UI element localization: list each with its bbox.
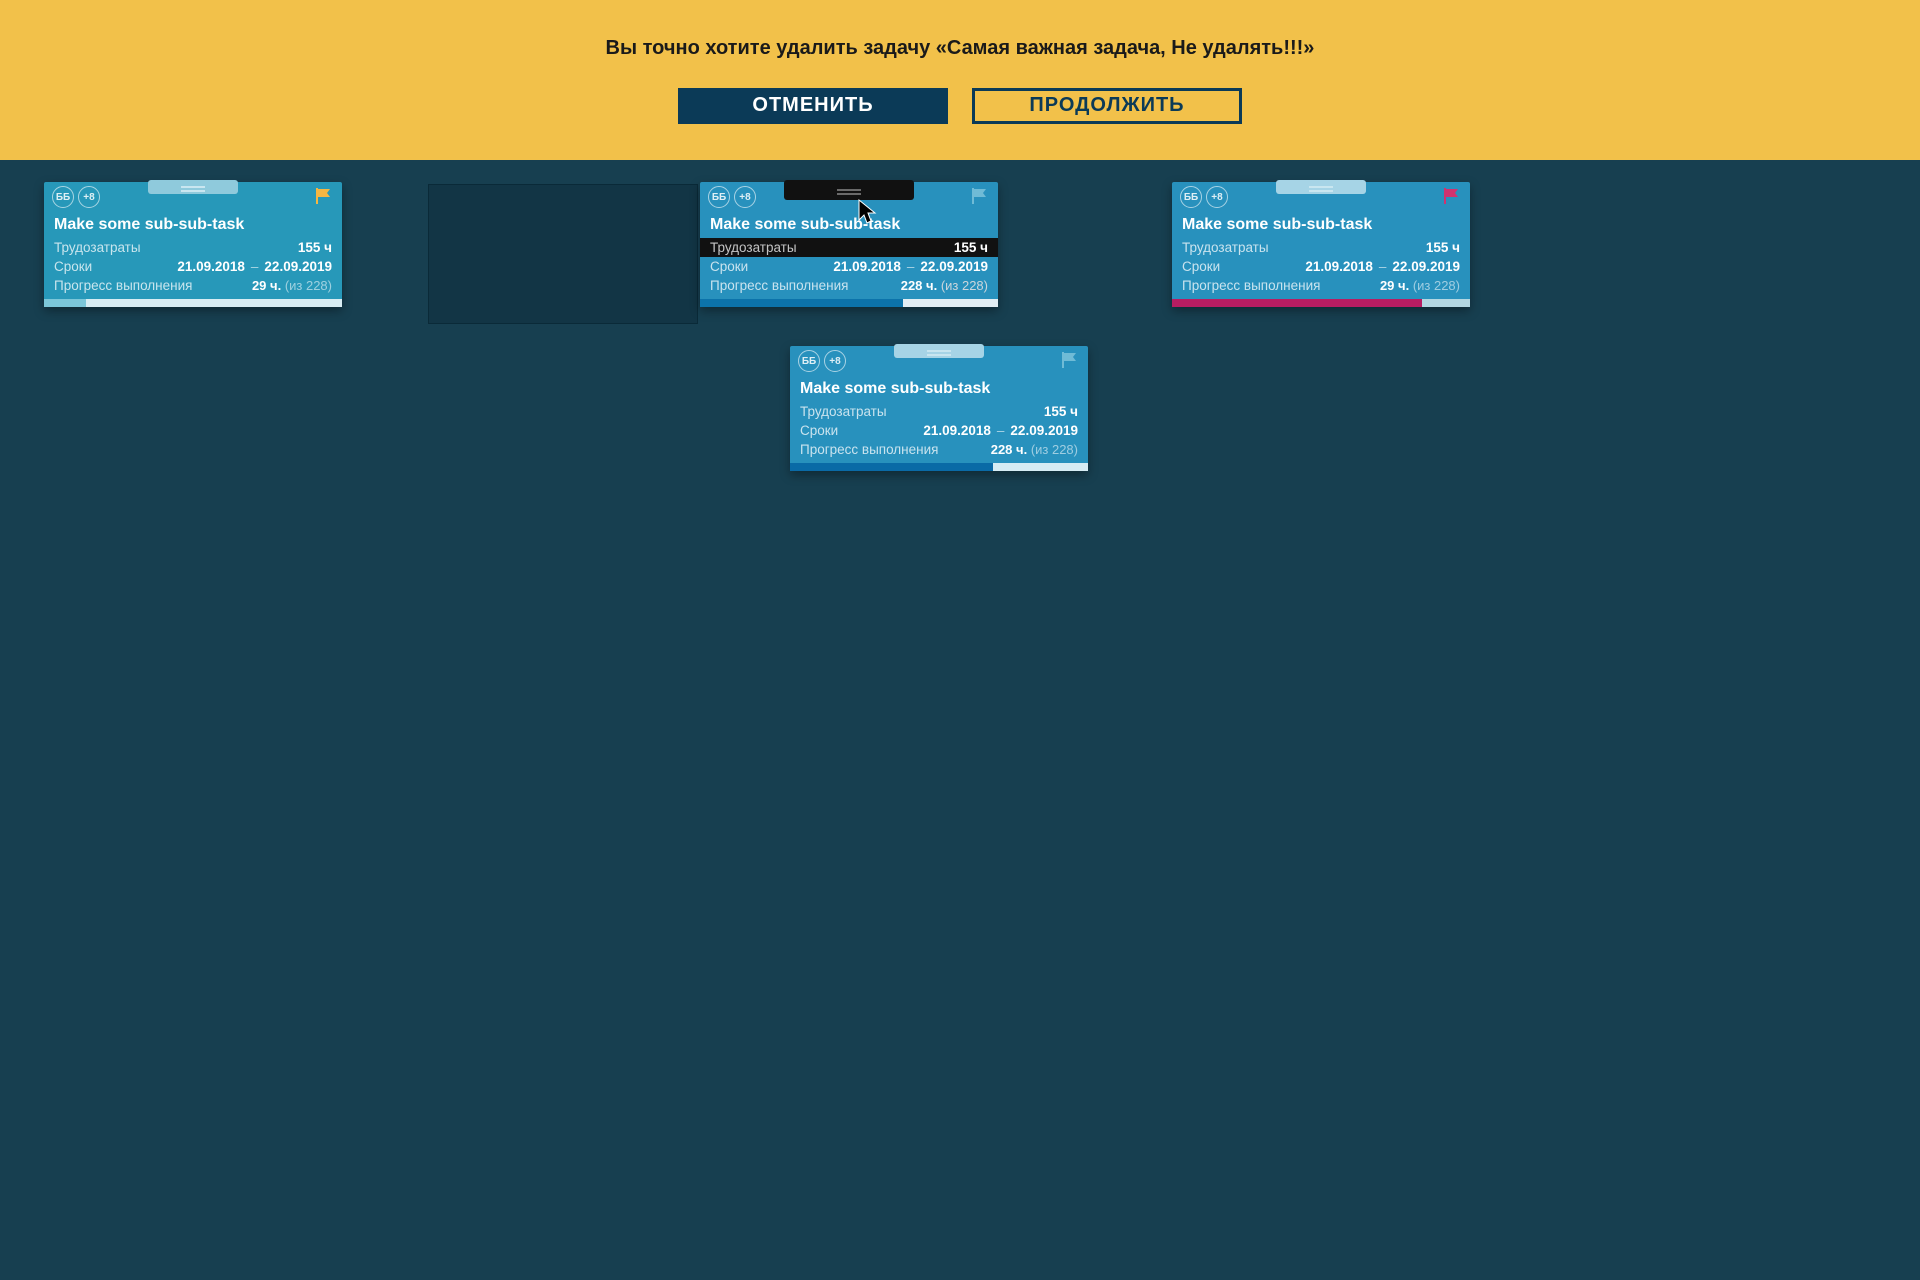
labor-value: 155 ч	[1426, 240, 1460, 255]
card-title: Make some sub-sub-task	[700, 208, 998, 238]
confirm-message: Вы точно хотите удалить задачу «Самая ва…	[606, 37, 1315, 60]
card-drop-zone[interactable]	[428, 184, 698, 324]
dates-value: 21.09.2018–22.09.2019	[923, 423, 1078, 438]
dates-label: Сроки	[800, 423, 838, 438]
drag-handle-icon[interactable]	[894, 344, 984, 358]
drag-handle-icon[interactable]	[1276, 180, 1366, 194]
labor-label: Трудозатраты	[1182, 240, 1269, 255]
card-title: Make some sub-sub-task	[44, 208, 342, 238]
progress-label: Прогресс выполнения	[1182, 278, 1320, 293]
avatar[interactable]: ББ	[1180, 186, 1202, 208]
labor-value: 155 ч	[1044, 404, 1078, 419]
dates-row: Сроки 21.09.2018–22.09.2019	[44, 257, 342, 276]
avatar-more[interactable]: +8	[1206, 186, 1228, 208]
labor-row: Трудозатраты 155 ч	[700, 238, 998, 257]
dates-label: Сроки	[710, 259, 748, 274]
avatar[interactable]: ББ	[52, 186, 74, 208]
dates-value: 21.09.2018–22.09.2019	[177, 259, 332, 274]
progress-bar	[44, 299, 342, 307]
avatar[interactable]: ББ	[708, 186, 730, 208]
card-header: ББ+8	[700, 182, 998, 208]
progress-row: Прогресс выполнения 228 ч. (из 228)	[790, 440, 1088, 459]
dates-label: Сроки	[1182, 259, 1220, 274]
card-header: ББ+8	[1172, 182, 1470, 208]
dates-value: 21.09.2018–22.09.2019	[1305, 259, 1460, 274]
progress-bar	[700, 299, 998, 307]
labor-label: Трудозатраты	[800, 404, 887, 419]
assignee-avatars[interactable]: ББ+8	[1180, 186, 1228, 208]
progress-bar	[790, 463, 1088, 471]
dates-row: Сроки 21.09.2018–22.09.2019	[1172, 257, 1470, 276]
task-card[interactable]: ББ+8Make some sub-sub-task Трудозатраты 15…	[700, 182, 998, 307]
card-title: Make some sub-sub-task	[1172, 208, 1470, 238]
progress-bar	[1172, 299, 1470, 307]
card-header: ББ+8	[790, 346, 1088, 372]
labor-label: Трудозатраты	[54, 240, 141, 255]
continue-button[interactable]: ПРОДОЛЖИТЬ	[972, 88, 1242, 124]
avatar-more[interactable]: +8	[78, 186, 100, 208]
progress-row: Прогресс выполнения 228 ч. (из 228)	[700, 276, 998, 295]
progress-label: Прогресс выполнения	[54, 278, 192, 293]
flag-icon[interactable]	[970, 188, 990, 204]
confirm-buttons: ОТМЕНИТЬ ПРОДОЛЖИТЬ	[678, 88, 1242, 124]
progress-value: 228 ч. (из 228)	[901, 278, 988, 293]
dates-row: Сроки 21.09.2018–22.09.2019	[700, 257, 998, 276]
confirm-banner: Вы точно хотите удалить задачу «Самая ва…	[0, 0, 1920, 160]
avatar-more[interactable]: +8	[824, 350, 846, 372]
task-card[interactable]: ББ+8Make some sub-sub-task Трудозатраты 15…	[44, 182, 342, 307]
assignee-avatars[interactable]: ББ+8	[798, 350, 846, 372]
labor-row: Трудозатраты 155 ч	[1172, 238, 1470, 257]
progress-row: Прогресс выполнения 29 ч. (из 228)	[44, 276, 342, 295]
task-card[interactable]: ББ+8Make some sub-sub-task Трудозатраты 15…	[1172, 182, 1470, 307]
progress-value: 29 ч. (из 228)	[252, 278, 332, 293]
labor-value: 155 ч	[298, 240, 332, 255]
labor-label: Трудозатраты	[710, 240, 797, 255]
dates-row: Сроки 21.09.2018–22.09.2019	[790, 421, 1088, 440]
drag-handle-icon[interactable]	[148, 180, 238, 194]
progress-label: Прогресс выполнения	[710, 278, 848, 293]
labor-row: Трудозатраты 155 ч	[790, 402, 1088, 421]
labor-value: 155 ч	[954, 240, 988, 255]
drag-handle-icon[interactable]	[784, 180, 914, 200]
task-card[interactable]: ББ+8Make some sub-sub-task Трудозатраты 15…	[790, 346, 1088, 471]
dates-label: Сроки	[54, 259, 92, 274]
progress-value: 29 ч. (из 228)	[1380, 278, 1460, 293]
cancel-button[interactable]: ОТМЕНИТЬ	[678, 88, 948, 124]
progress-row: Прогресс выполнения 29 ч. (из 228)	[1172, 276, 1470, 295]
progress-label: Прогресс выполнения	[800, 442, 938, 457]
flag-icon[interactable]	[1442, 188, 1462, 204]
assignee-avatars[interactable]: ББ+8	[52, 186, 100, 208]
avatar[interactable]: ББ	[798, 350, 820, 372]
flag-icon[interactable]	[314, 188, 334, 204]
card-header: ББ+8	[44, 182, 342, 208]
progress-value: 228 ч. (из 228)	[991, 442, 1078, 457]
flag-icon[interactable]	[1060, 352, 1080, 368]
avatar-more[interactable]: +8	[734, 186, 756, 208]
labor-row: Трудозатраты 155 ч	[44, 238, 342, 257]
card-title: Make some sub-sub-task	[790, 372, 1088, 402]
dates-value: 21.09.2018–22.09.2019	[833, 259, 988, 274]
assignee-avatars[interactable]: ББ+8	[708, 186, 756, 208]
